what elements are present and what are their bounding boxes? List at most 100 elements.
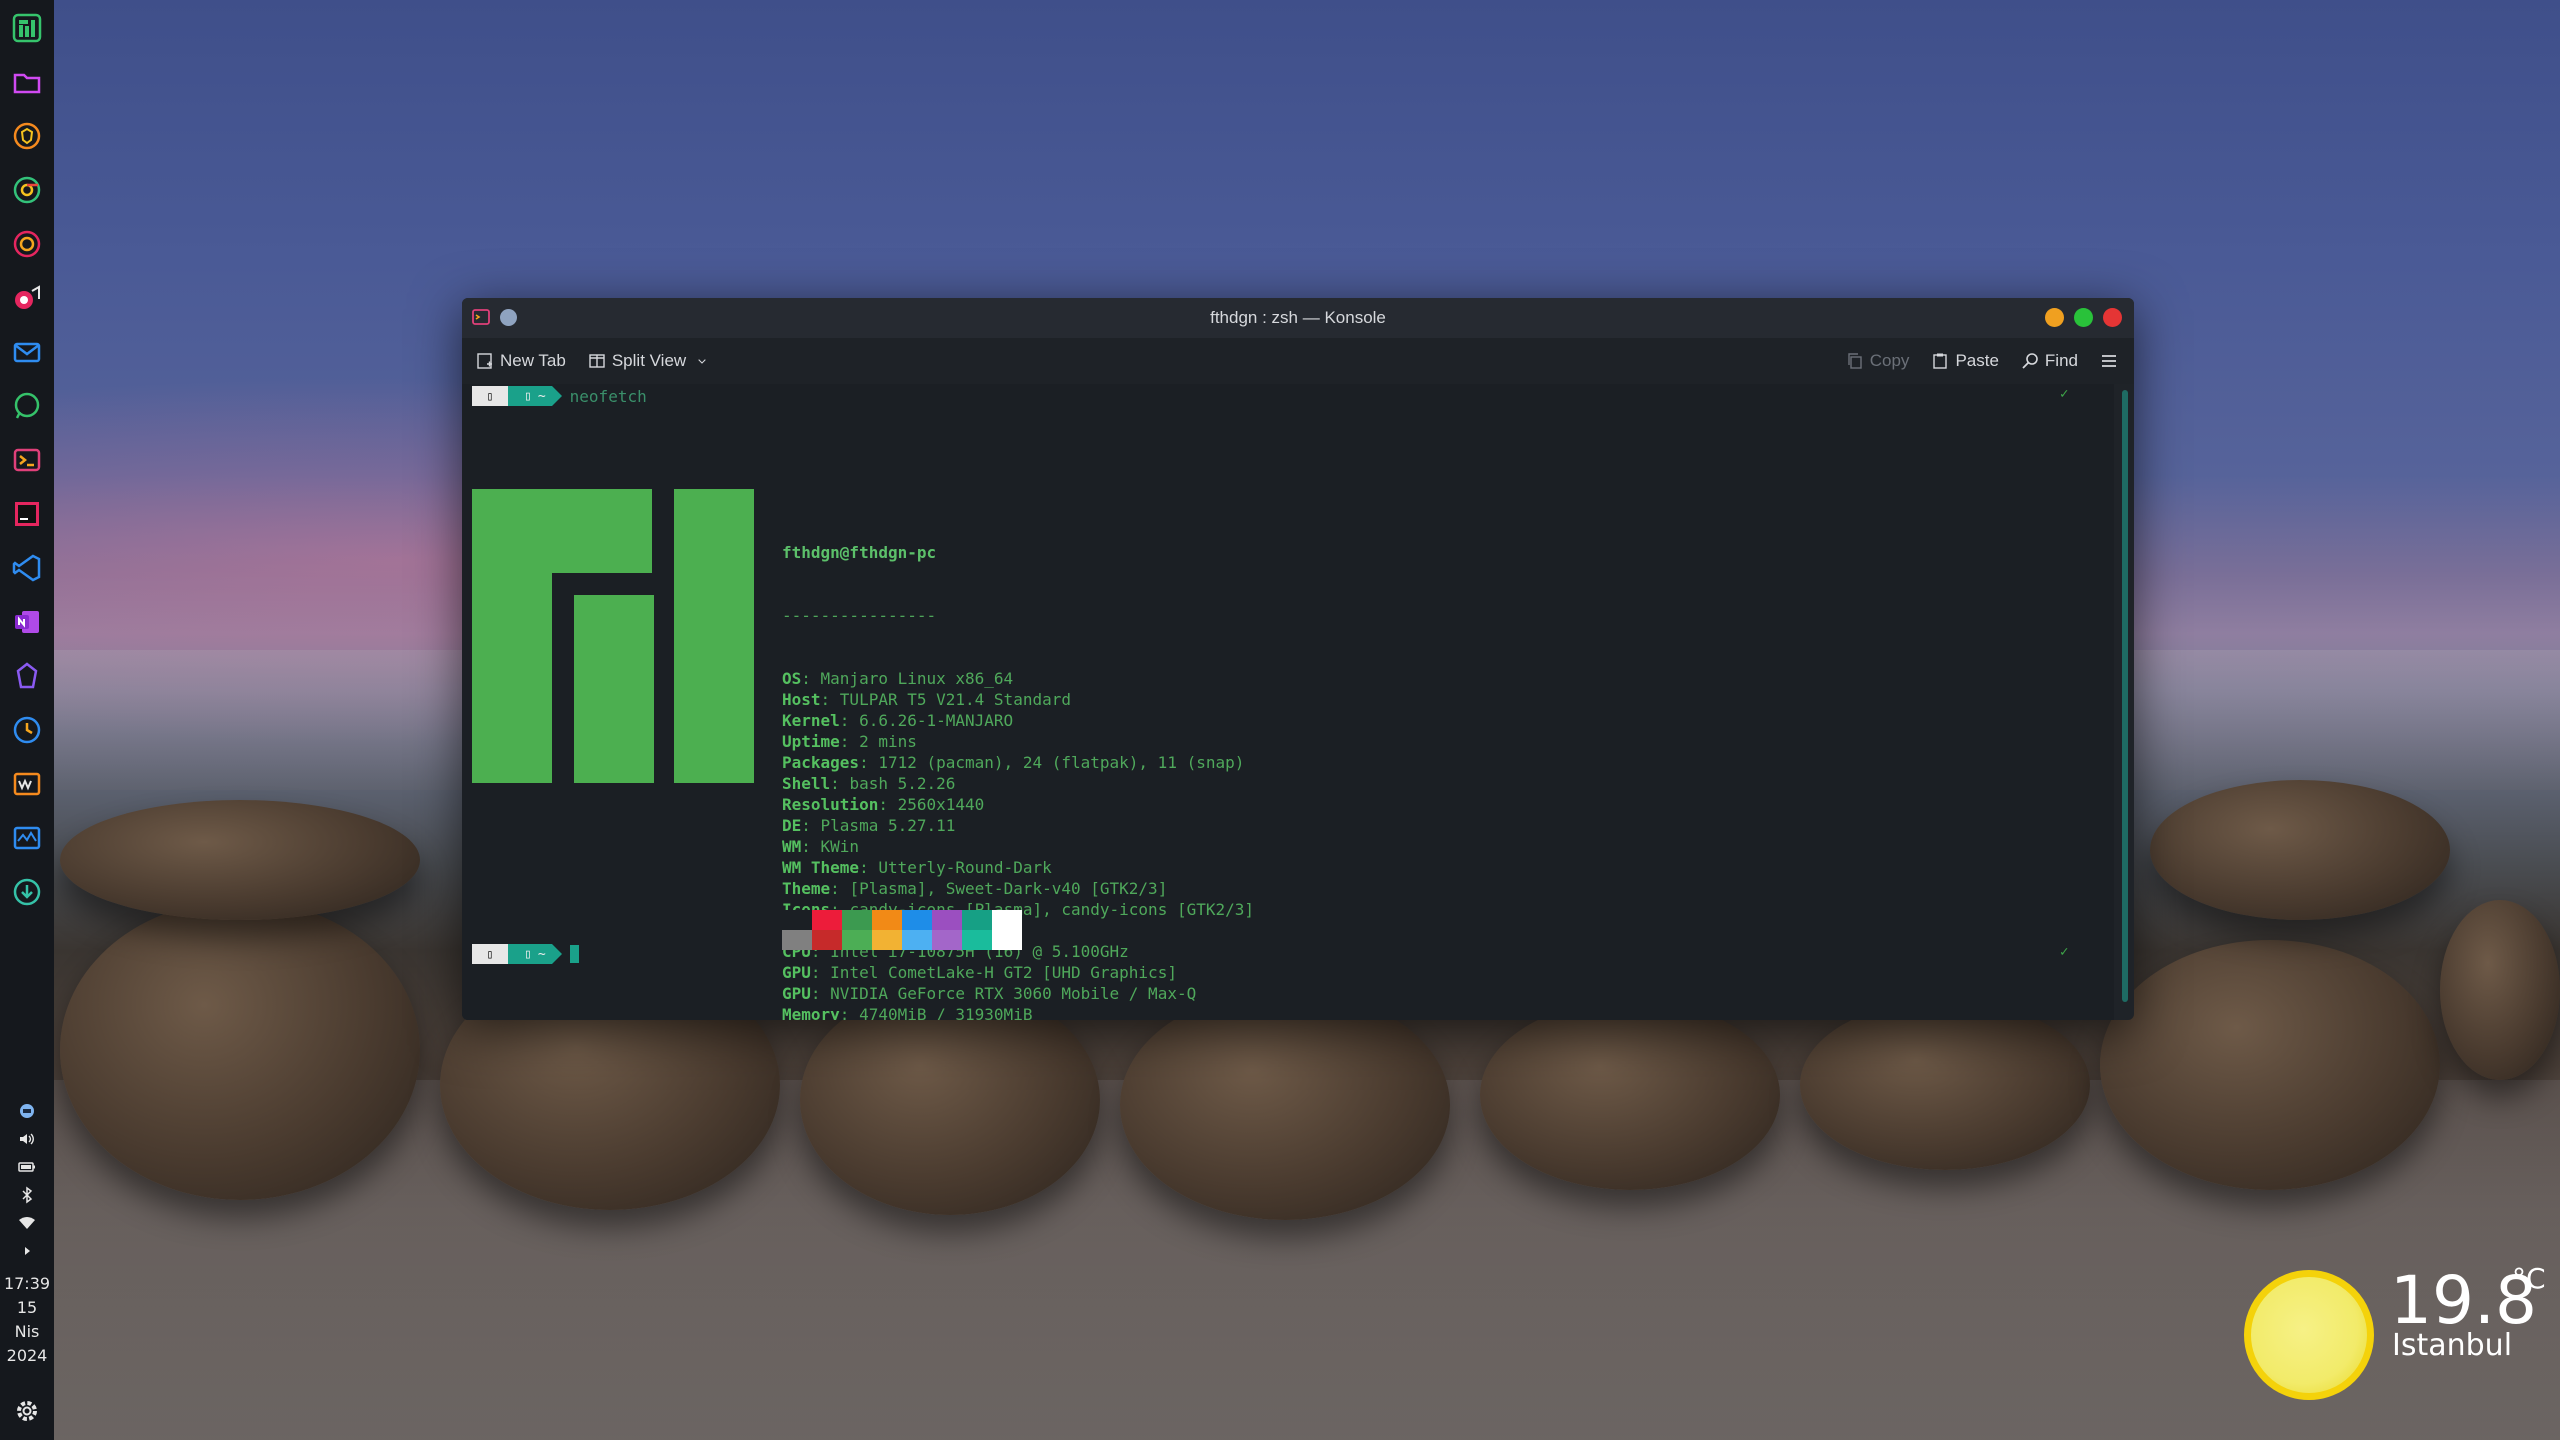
hamburger-menu-icon[interactable]: [2100, 352, 2118, 370]
split-view-button[interactable]: Split View: [588, 351, 708, 371]
copy-icon: [1848, 353, 1862, 369]
firefox-icon[interactable]: [12, 226, 42, 262]
settings-gear-icon[interactable]: [12, 1396, 42, 1426]
wallpaper-rock: [2150, 780, 2450, 920]
copy-button[interactable]: Copy: [1846, 351, 1909, 371]
info-key: Memory: [782, 1005, 840, 1020]
chrome-icon[interactable]: [12, 172, 42, 208]
info-line: WM Theme: Utterly-Round-Dark: [782, 858, 1052, 877]
new-tab-button[interactable]: New Tab: [476, 351, 566, 371]
info-line: Resolution: 2560x1440: [782, 795, 985, 814]
window-title: fthdgn : zsh — Konsole: [1210, 308, 1386, 327]
notifications-icon[interactable]: [17, 1102, 37, 1120]
city-name: Istanbul: [2392, 1328, 2513, 1363]
obsidian-icon[interactable]: [12, 658, 42, 694]
konsole-app-icon[interactable]: [472, 308, 490, 326]
vscode-icon[interactable]: [12, 550, 42, 586]
prompt-line: ▯ ▯ ~ neofetch: [472, 386, 647, 406]
info-key: Shell: [782, 774, 831, 793]
split-view-icon: [589, 354, 605, 368]
rider-icon[interactable]: [12, 496, 42, 532]
find-button[interactable]: Find: [2021, 351, 2078, 371]
wallpaper-rock: [60, 800, 420, 920]
paste-label: Paste: [1955, 351, 1999, 370]
info-line: WM: KWin: [782, 837, 860, 856]
maximize-button[interactable]: [2074, 308, 2093, 327]
info-value: 2560x1440: [897, 795, 985, 814]
prompt-dir: ~: [537, 388, 546, 404]
terminal-icon[interactable]: [12, 442, 42, 478]
weather-widget[interactable]: 19.8 °C Istanbul: [2240, 1262, 2560, 1412]
prompt-dir-segment: ▯ ~: [508, 386, 562, 406]
keep-on-all-desktops-button[interactable]: [500, 308, 517, 326]
info-line: Host: TULPAR T5 V21.4 Standard: [782, 690, 1071, 709]
info-value: bash 5.2.26: [849, 774, 956, 793]
clock-year: 2024: [6, 1346, 48, 1365]
onenote-icon[interactable]: [12, 604, 42, 640]
info-line: Packages: 1712 (pacman), 24 (flatpak), 1…: [782, 753, 1245, 772]
info-key: OS: [782, 669, 802, 688]
clock[interactable]: 17:39 15 Nis 2024: [0, 1272, 54, 1368]
info-key: Theme: [782, 879, 831, 898]
wallpaper-rock: [2440, 900, 2560, 1080]
mail-icon[interactable]: [12, 334, 42, 370]
clock-month: Nis: [14, 1322, 40, 1341]
info-key: WM Theme: [782, 858, 860, 877]
chevron-down-icon: [698, 359, 706, 364]
temperature-unit: °C: [2512, 1262, 2546, 1295]
clock-day: 15: [16, 1298, 38, 1317]
info-key: DE: [782, 816, 802, 835]
color-swatch: [992, 910, 1022, 950]
window-titlebar[interactable]: fthdgn : zsh — Konsole: [462, 298, 2134, 338]
new-tab-icon: [477, 353, 492, 369]
info-line: OS: Manjaro Linux x86_64: [782, 669, 1014, 688]
wifi-icon[interactable]: [17, 1214, 37, 1232]
bluetooth-icon[interactable]: [17, 1186, 37, 1204]
color-swatch: [842, 910, 872, 950]
info-value: Manjaro Linux x86_64: [820, 669, 1014, 688]
files-icon[interactable]: [12, 64, 42, 100]
info-line: Theme: [Plasma], Sweet-Dark-v40 [GTK2/3]: [782, 879, 1168, 898]
download-icon[interactable]: [12, 874, 42, 910]
monitor-icon[interactable]: [12, 820, 42, 856]
info-value: Intel CometLake-H GT2 [UHD Graphics]: [830, 963, 1177, 982]
prompt-dir-segment: ▯ ~: [508, 944, 562, 964]
dock-apps: [12, 0, 42, 910]
info-key: Uptime: [782, 732, 840, 751]
wallpaper-rock: [2100, 940, 2440, 1190]
manjaro-icon[interactable]: [12, 10, 42, 46]
info-key: Kernel: [782, 711, 840, 730]
close-button[interactable]: [2103, 308, 2122, 327]
separator: ----------------: [782, 606, 937, 625]
command-text: neofetch: [569, 386, 647, 406]
info-value: [Plasma], Sweet-Dark-v40 [GTK2/3]: [849, 879, 1168, 898]
terminal-view[interactable]: ▯ ▯ ~ neofetch ✓ fthdgn@fthdgn-pc -------…: [462, 384, 2114, 1020]
manjaro-logo: [472, 489, 754, 783]
volume-icon[interactable]: [17, 1130, 37, 1148]
prompt-line-current: ▯ ▯ ~: [472, 944, 579, 964]
color-swatch: [782, 910, 812, 950]
tray-expand-icon[interactable]: [17, 1242, 37, 1260]
status-check: ✓: [2060, 386, 2069, 402]
terminal-scrollbar[interactable]: [2122, 390, 2128, 1002]
info-line: DE: Plasma 5.27.11: [782, 816, 956, 835]
prompt-os-segment: ▯: [472, 386, 518, 406]
info-line: GPU: Intel CometLake-H GT2 [UHD Graphics…: [782, 963, 1177, 982]
screen-recorder-icon[interactable]: [12, 280, 42, 316]
clock-icon[interactable]: [12, 712, 42, 748]
info-value: Utterly-Round-Dark: [878, 858, 1052, 877]
color-swatch: [932, 910, 962, 950]
system-tray: [17, 1102, 37, 1260]
color-palette: [782, 910, 1022, 950]
new-tab-label: New Tab: [500, 351, 566, 370]
battery-icon[interactable]: [17, 1158, 37, 1176]
vmware-icon[interactable]: [12, 766, 42, 802]
minimize-button[interactable]: [2045, 308, 2064, 327]
brave-icon[interactable]: [12, 118, 42, 154]
paste-icon: [1933, 353, 1948, 369]
whatsapp-icon[interactable]: [12, 388, 42, 424]
info-value: 2 mins: [859, 732, 917, 751]
color-swatch: [902, 910, 932, 950]
paste-button[interactable]: Paste: [1931, 351, 1999, 371]
text-cursor: [569, 945, 579, 963]
